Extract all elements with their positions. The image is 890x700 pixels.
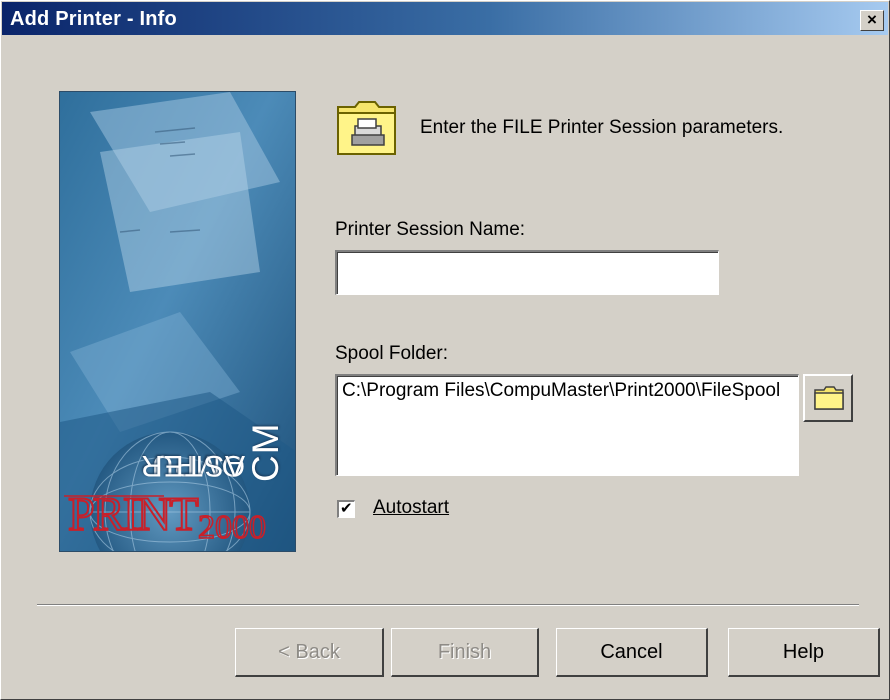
cancel-button[interactable]: Cancel <box>556 628 708 677</box>
brand-text: C OMPU M ASTER <box>139 422 286 482</box>
help-button[interactable]: Help <box>728 628 880 677</box>
cancel-button-label: Cancel <box>600 641 663 663</box>
svg-text:2000: 2000 <box>198 509 266 546</box>
banner-artwork <box>60 92 295 551</box>
session-name-label: Printer Session Name: <box>335 219 526 240</box>
close-button[interactable]: × <box>860 10 884 31</box>
folder-icon <box>814 386 844 410</box>
browse-folder-button[interactable] <box>803 374 853 422</box>
autostart-checkbox[interactable]: ✔ <box>337 500 355 518</box>
autostart-label[interactable]: Autostart <box>373 497 449 519</box>
spool-folder-input[interactable]: C:\Program Files\CompuMaster\Print2000\F… <box>335 374 799 476</box>
add-printer-dialog: Add Printer - Info × C OMPU M ASTER PRIN… <box>0 0 890 700</box>
help-button-label: Help <box>782 641 825 663</box>
instruction-text: Enter the FILE Printer Session parameter… <box>420 117 784 138</box>
back-button[interactable]: < Back <box>235 628 384 677</box>
finish-button[interactable]: Finish <box>391 628 539 677</box>
footer-divider <box>37 604 859 606</box>
title-bar[interactable]: Add Printer - Info × <box>2 2 888 35</box>
window-title: Add Printer - Info <box>10 8 177 30</box>
printer-folder-icon <box>335 99 399 157</box>
finish-button-label: Finish <box>437 641 492 663</box>
check-mark-icon: ✔ <box>340 500 353 517</box>
session-name-input[interactable] <box>335 250 719 295</box>
print2000-logo: PRINT 2000 <box>64 487 267 546</box>
back-button-label: < Back <box>278 641 340 663</box>
close-icon: × <box>867 10 877 29</box>
compumaster-banner-image: C OMPU M ASTER PRINT 2000 <box>59 91 296 552</box>
spool-folder-label: Spool Folder: <box>335 343 449 364</box>
